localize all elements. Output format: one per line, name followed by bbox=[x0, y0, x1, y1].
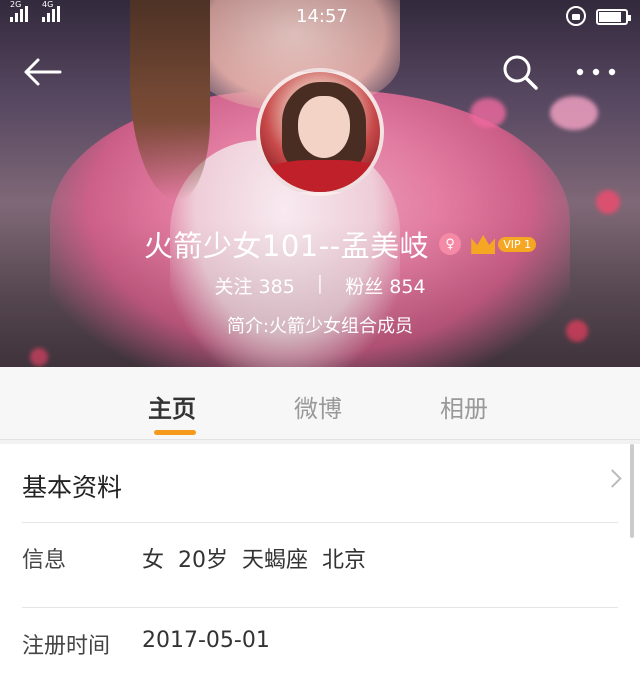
status-bar: 2G 4G 14:57 bbox=[0, 0, 640, 34]
battery-icon bbox=[596, 9, 631, 25]
info-row: 信息 女 20岁 天蝎座 北京 bbox=[0, 523, 640, 607]
more-button[interactable] bbox=[572, 48, 620, 96]
crown-icon bbox=[471, 235, 496, 254]
profile-bio: 简介:火箭少女组合成员 bbox=[226, 316, 414, 337]
tab-weibo[interactable]: 微博 bbox=[294, 389, 342, 424]
profile-tabs: 主页 微博 相册 bbox=[0, 367, 640, 440]
signal-group: 2G 4G bbox=[10, 0, 60, 22]
signal-1-tag: 2G bbox=[10, 0, 22, 9]
followers-count: 854 bbox=[389, 276, 426, 298]
profile-name: 火箭少女101--孟美岐 bbox=[143, 229, 430, 263]
following-label: 关注 bbox=[214, 276, 253, 298]
vip-label: VIP 1 bbox=[498, 236, 537, 252]
follow-stats: 关注 385 | 粉丝 854 bbox=[0, 272, 640, 299]
signal-icon: 2G bbox=[10, 0, 28, 22]
basic-info-header[interactable]: 基本资料 bbox=[0, 444, 640, 522]
stats-separator: | bbox=[316, 272, 324, 294]
battery-fill bbox=[599, 12, 622, 22]
back-arrow-icon bbox=[24, 58, 62, 86]
scrollbar[interactable] bbox=[630, 444, 634, 538]
back-button[interactable] bbox=[18, 48, 66, 96]
register-value: 2017-05-01 bbox=[142, 628, 270, 653]
register-label: 注册时间 bbox=[22, 634, 111, 659]
vip-badge[interactable]: VIP 1 bbox=[471, 234, 537, 254]
tab-home[interactable]: 主页 bbox=[148, 389, 196, 424]
following-count: 385 bbox=[258, 276, 295, 298]
signal-2-tag: 4G bbox=[42, 0, 54, 9]
active-tab-indicator bbox=[154, 430, 196, 435]
info-value: 女 20岁 天蝎座 北京 bbox=[142, 548, 366, 573]
search-icon bbox=[503, 55, 538, 90]
followers-label: 粉丝 bbox=[345, 276, 384, 298]
status-time: 14:57 bbox=[296, 6, 348, 27]
avatar[interactable] bbox=[256, 68, 384, 196]
signal-icon: 4G bbox=[42, 0, 60, 22]
followers-stat[interactable]: 粉丝 854 bbox=[345, 272, 425, 299]
more-icon bbox=[576, 68, 616, 76]
following-stat[interactable]: 关注 385 bbox=[214, 272, 294, 299]
female-icon: ♀ bbox=[439, 233, 462, 255]
avatar-face bbox=[298, 96, 350, 158]
info-label: 信息 bbox=[22, 548, 67, 573]
chevron-right-icon bbox=[603, 469, 622, 488]
basic-info-card: 基本资料 信息 女 20岁 天蝎座 北京 注册时间 2017-05-01 bbox=[0, 444, 640, 688]
weibo-profile-page: 2G 4G 14:57 火箭少女101--孟美岐 ♀ VIP 1 关注 385 … bbox=[0, 0, 640, 688]
avatar-coat bbox=[260, 160, 380, 192]
register-row: 注册时间 2017-05-01 bbox=[0, 608, 640, 688]
section-title: 基本资料 bbox=[22, 473, 123, 502]
name-row: 火箭少女101--孟美岐 ♀ VIP 1 bbox=[0, 224, 640, 264]
search-button[interactable] bbox=[496, 48, 544, 96]
lock-rotation-icon bbox=[566, 6, 586, 26]
tab-album[interactable]: 相册 bbox=[440, 389, 488, 424]
